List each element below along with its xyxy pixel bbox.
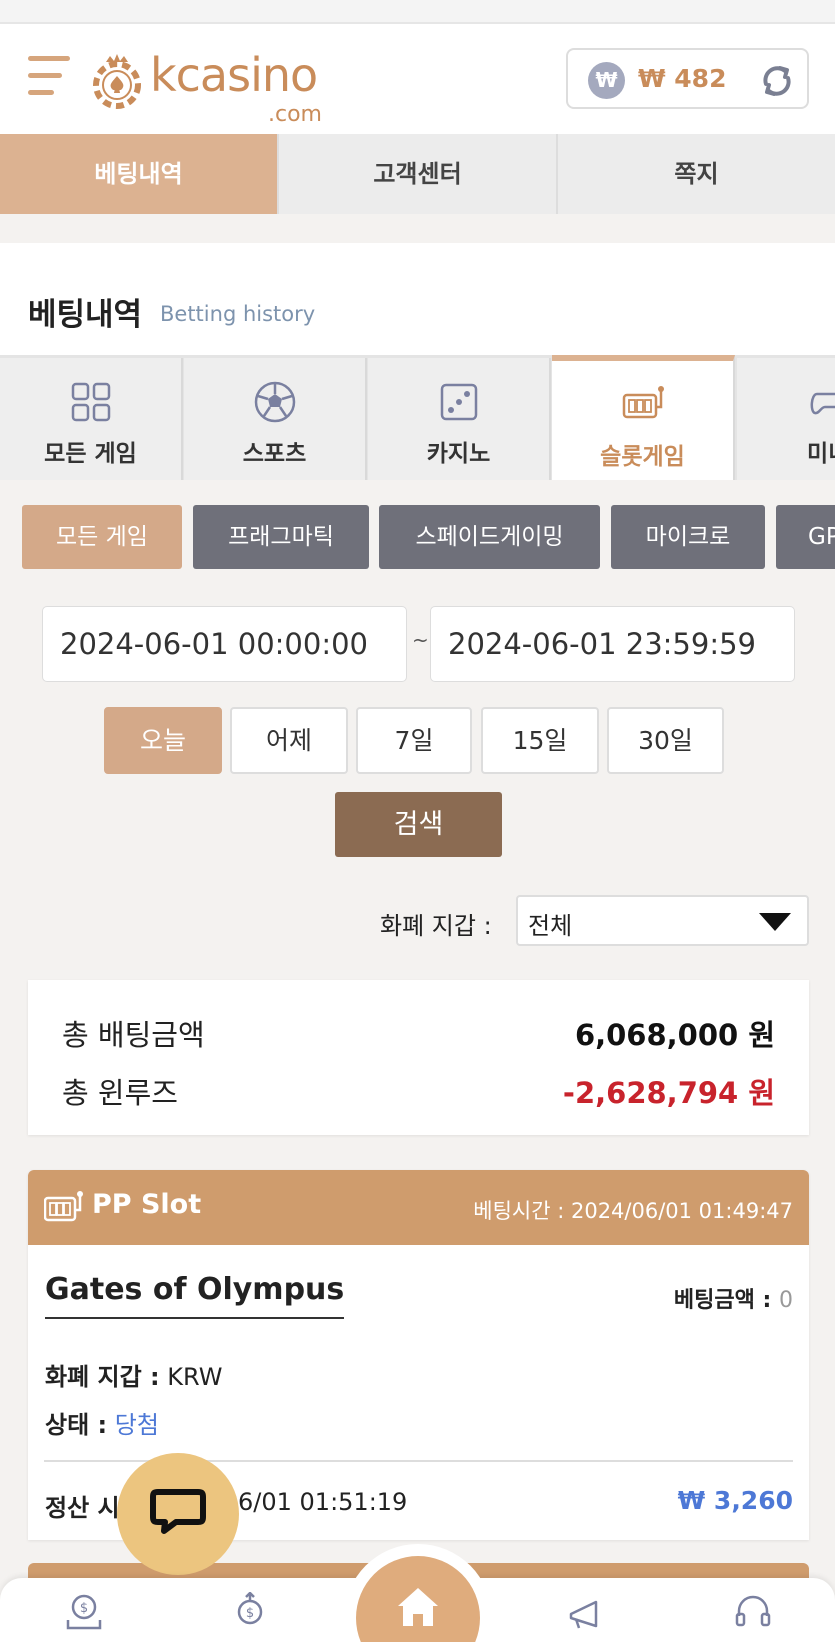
total-bet-value: 6,068,000 원	[574, 1018, 775, 1052]
range-today-button[interactable]: 오늘	[104, 707, 222, 774]
tab-customer-center[interactable]: 고객센터	[279, 134, 558, 214]
date-to-input[interactable]: 2024-06-01 23:59:59	[430, 606, 795, 682]
dice-icon	[440, 383, 477, 421]
category-label: 모든 게임	[44, 441, 137, 467]
category-tabs: 모든 게임 스포츠 카지노 슬롯게임 미	[0, 355, 835, 480]
provider-spadegaming[interactable]: 스페이드게이밍	[379, 505, 600, 569]
status-strip	[0, 0, 835, 24]
wallet-amount: ₩ 482	[638, 64, 727, 93]
page-subtitle: Betting history	[160, 302, 316, 326]
game-name: Gates of Olympus	[45, 1272, 345, 1319]
wallet-filter-select[interactable]: 전체	[516, 895, 809, 946]
category-casino[interactable]: 카지노	[368, 358, 551, 480]
category-slot-games[interactable]: 슬롯게임	[552, 355, 735, 480]
won-coin-icon: ₩	[588, 62, 625, 99]
range-30days-button[interactable]: 30일	[607, 707, 724, 774]
category-all-games[interactable]: 모든 게임	[0, 358, 183, 480]
home-button[interactable]	[356, 1556, 480, 1642]
soccer-ball-icon	[254, 381, 295, 423]
category-label: 슬롯게임	[600, 444, 685, 470]
chat-bubble-icon	[150, 1489, 206, 1534]
svg-text:$: $	[80, 1601, 88, 1616]
status-badge: 당첨	[114, 1411, 159, 1439]
menu-icon[interactable]	[28, 54, 74, 98]
deposit-icon[interactable]: $	[64, 1592, 104, 1632]
slot-machine-icon	[622, 386, 664, 419]
date-separator: ~	[412, 628, 429, 652]
wallet-balance: ₩ ₩ 482	[566, 48, 809, 109]
header: kcasino .com ₩ ₩ 482	[0, 24, 835, 134]
home-button-wrap	[344, 1544, 492, 1642]
wallet-filter-label: 화폐 지갑 :	[380, 912, 492, 940]
withdraw-icon[interactable]: $	[230, 1592, 270, 1632]
logo[interactable]: kcasino .com	[92, 46, 332, 128]
logo-subtext: .com	[268, 102, 322, 127]
bet-amount: 베팅금액 : 0	[674, 1282, 793, 1314]
logo-text: kcasino	[150, 48, 318, 102]
chat-button[interactable]	[117, 1453, 239, 1575]
bet-amount-label: 베팅금액 :	[673, 1288, 772, 1313]
status-label: 상태 :	[45, 1411, 108, 1439]
betting-summary: 총 배팅금액 6,068,000 원 총 윈루즈 -2,628,794 원	[28, 980, 809, 1135]
bet-amount-value: 0	[779, 1288, 793, 1313]
settle-time-label: 정산 시	[45, 1494, 120, 1522]
slot-machine-icon	[44, 1191, 83, 1222]
bet-provider: PP Slot	[92, 1189, 202, 1220]
provider-micro[interactable]: 마이크로	[611, 505, 765, 569]
main-tabs: 베팅내역 고객센터 쪽지	[0, 134, 835, 214]
bet-time: 베팅시간 : 2024/06/01 01:49:47	[473, 1199, 793, 1223]
provider-all-games[interactable]: 모든 게임	[22, 505, 182, 569]
category-mini[interactable]: 미니	[737, 358, 835, 480]
category-label: 미니	[807, 441, 835, 467]
page-title: 베팅내역	[28, 297, 143, 333]
bet-card-header: PP Slot 베팅시간 : 2024/06/01 01:49:47	[28, 1170, 809, 1245]
total-bet-label: 총 배팅금액	[62, 1018, 205, 1052]
section-header: 베팅내역 Betting history	[0, 243, 835, 355]
category-sports[interactable]: 스포츠	[184, 358, 367, 480]
provider-filters: 모든 게임 프래그마틱 스페이드게이밍 마이크로 GP	[0, 505, 835, 569]
total-winloss-label: 총 윈루즈	[62, 1076, 178, 1110]
gamepad-icon	[810, 392, 835, 415]
promotion-icon[interactable]	[566, 1592, 606, 1632]
tab-messages[interactable]: 쪽지	[558, 134, 835, 214]
category-label: 스포츠	[242, 441, 307, 467]
currency-value: KRW	[167, 1363, 223, 1391]
currency-row: 화폐 지갑 : KRW	[45, 1357, 222, 1392]
status-row: 상태 : 당첨	[45, 1405, 159, 1440]
settle-amount: ₩ 3,260	[677, 1486, 793, 1515]
provider-gp[interactable]: GP	[776, 505, 835, 569]
category-label: 카지노	[426, 441, 491, 467]
range-7days-button[interactable]: 7일	[356, 707, 472, 774]
refresh-icon[interactable]	[758, 62, 796, 100]
grid-icon	[71, 382, 110, 422]
tab-betting-history[interactable]: 베팅내역	[0, 134, 279, 214]
currency-label: 화폐 지갑 :	[45, 1363, 160, 1391]
caret-down-icon	[759, 913, 791, 931]
date-from-input[interactable]: 2024-06-01 00:00:00	[42, 606, 407, 682]
page: kcasino .com ₩ ₩ 482 베팅내역 고객센터 쪽지 베팅내역 B…	[0, 0, 835, 1642]
settle-time: 6/01 01:51:19	[238, 1488, 408, 1516]
range-15days-button[interactable]: 15일	[481, 707, 599, 774]
svg-text:$: $	[246, 1606, 254, 1621]
provider-pragmatic[interactable]: 프래그마틱	[193, 505, 369, 569]
search-button[interactable]: 검색	[335, 792, 502, 857]
total-winloss-value: -2,628,794 원	[562, 1076, 775, 1110]
wallet-filter-value: 전체	[528, 912, 573, 940]
support-headset-icon[interactable]	[733, 1592, 773, 1632]
poker-chip-icon	[93, 54, 141, 109]
home-icon	[398, 1588, 438, 1626]
range-yesterday-button[interactable]: 어제	[230, 707, 348, 774]
